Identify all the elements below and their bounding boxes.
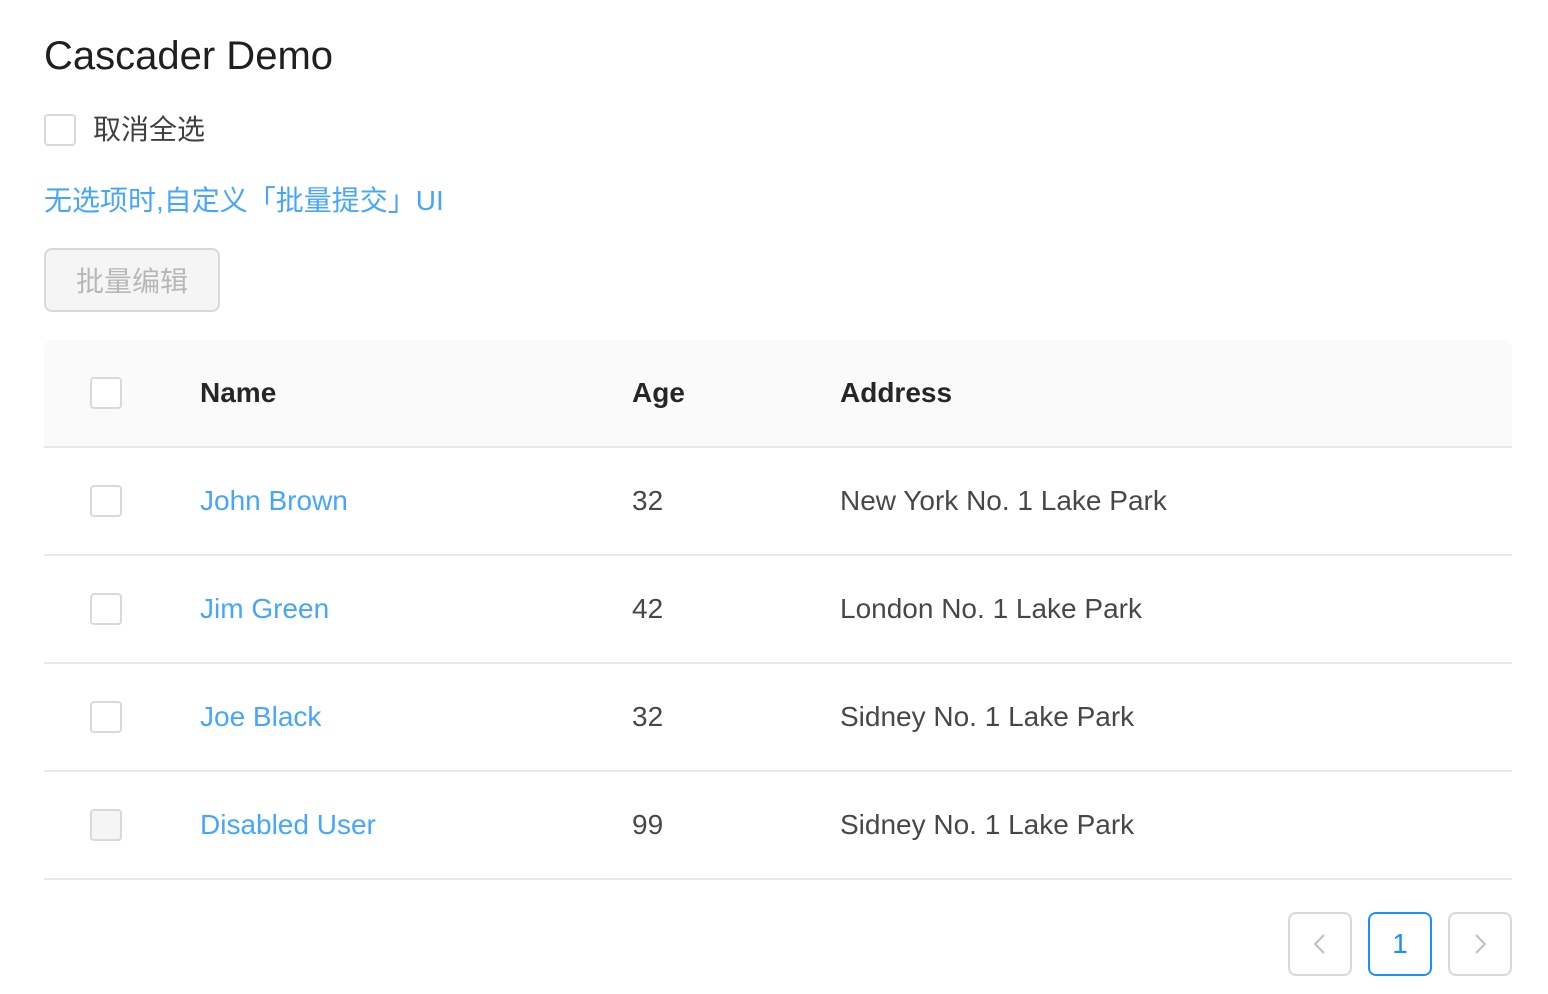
name-link[interactable]: Disabled User [200, 809, 376, 841]
table-row: Jim Green 42 London No. 1 Lake Park [44, 556, 1512, 664]
address-cell: New York No. 1 Lake Park [840, 485, 1167, 516]
age-cell: 42 [632, 593, 664, 624]
pagination: 1 [1288, 912, 1512, 976]
data-table: Name Age Address John Brown 32 New York … [44, 340, 1512, 880]
name-link[interactable]: Jim Green [200, 593, 329, 625]
row-checkbox-cell [90, 772, 122, 878]
table-row: Disabled User 99 Sidney No. 1 Lake Park [44, 772, 1512, 880]
checkbox-box[interactable] [44, 114, 76, 146]
age-cell: 32 [632, 485, 664, 516]
chevron-left-icon [1313, 934, 1325, 954]
address-cell: London No. 1 Lake Park [840, 593, 1142, 624]
age-cell: 99 [632, 809, 664, 840]
table-header: Name Age Address [44, 340, 1512, 448]
page: Cascader Demo 取消全选 无选项时,自定义「批量提交」UI 批量编辑… [44, 0, 1512, 994]
address-cell: Sidney No. 1 Lake Park [840, 809, 1135, 840]
page-title: Cascader Demo [44, 34, 334, 78]
chevron-right-icon [1475, 934, 1487, 954]
name-cell: Joe Black [200, 664, 321, 770]
row-checkbox[interactable] [90, 485, 122, 517]
column-header-age[interactable]: Age [632, 340, 685, 446]
name-cell: John Brown [200, 448, 348, 554]
custom-batch-ui-link[interactable]: 无选项时,自定义「批量提交」UI [44, 183, 444, 219]
header-checkbox-cell [90, 340, 122, 446]
name-link[interactable]: John Brown [200, 485, 348, 517]
row-checkbox[interactable] [90, 593, 122, 625]
batch-edit-button[interactable]: 批量编辑 [44, 248, 220, 312]
row-checkbox-cell [90, 664, 122, 770]
select-all-checkbox[interactable]: 取消全选 [44, 114, 205, 146]
select-all-label: 取消全选 [93, 114, 206, 145]
next-page-button[interactable] [1448, 912, 1512, 976]
column-header-name[interactable]: Name [200, 340, 276, 446]
table-row: John Brown 32 New York No. 1 Lake Park [44, 448, 1512, 556]
name-cell: Disabled User [200, 772, 376, 878]
page-item-1[interactable]: 1 [1368, 912, 1432, 976]
row-checkbox-cell [90, 556, 122, 662]
table-row: Joe Black 32 Sidney No. 1 Lake Park [44, 664, 1512, 772]
age-cell: 32 [632, 701, 664, 732]
row-checkbox-disabled [90, 809, 122, 841]
address-cell: Sidney No. 1 Lake Park [840, 701, 1135, 732]
name-cell: Jim Green [200, 556, 329, 662]
name-link[interactable]: Joe Black [200, 701, 321, 733]
prev-page-button[interactable] [1288, 912, 1352, 976]
column-header-address[interactable]: Address [840, 340, 952, 446]
header-select-all-checkbox[interactable] [90, 377, 122, 409]
row-checkbox-cell [90, 448, 122, 554]
row-checkbox[interactable] [90, 701, 122, 733]
